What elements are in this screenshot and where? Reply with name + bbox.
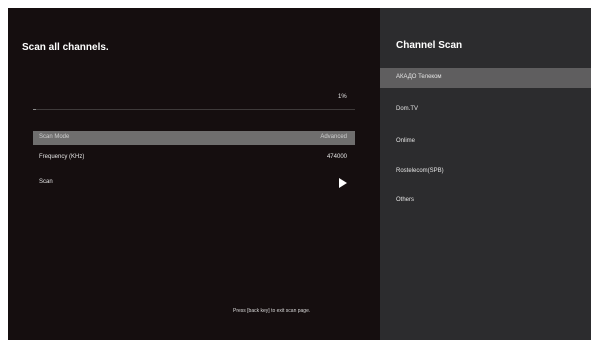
scan-panel: Scan all channels. 1% Scan Mode Advanced…: [8, 8, 380, 340]
frequency-row[interactable]: Frequency (KHz) 474000: [33, 151, 355, 165]
scan-mode-row[interactable]: Scan Mode Advanced: [33, 131, 355, 145]
operator-label: Onlime: [396, 138, 416, 144]
operator-label: АКАДО Телеком: [396, 74, 442, 80]
operator-item-onlime[interactable]: Onlime: [380, 132, 591, 152]
frequency-value: 474000: [326, 154, 347, 160]
operator-item-others[interactable]: Others: [380, 191, 591, 211]
frequency-label: Frequency (KHz): [39, 154, 85, 160]
scan-mode-label: Scan Mode: [39, 134, 70, 140]
operator-item-rostelecom[interactable]: Rostelecom(SPB): [380, 162, 591, 182]
exit-hint: Press [back key] to exit scan page.: [233, 308, 311, 314]
operator-item-domtv[interactable]: Dom.TV: [380, 100, 591, 120]
channel-scan-title: Channel Scan: [396, 40, 463, 51]
tv-screen: Scan all channels. 1% Scan Mode Advanced…: [8, 8, 591, 340]
operator-label: Others: [396, 197, 415, 203]
play-icon[interactable]: [339, 178, 347, 188]
operator-label: Rostelecom(SPB): [396, 168, 444, 174]
scan-mode-value: Advanced: [320, 134, 347, 140]
scan-row[interactable]: Scan: [33, 176, 355, 190]
progress-bar: [33, 109, 355, 110]
operator-label: Dom.TV: [396, 106, 419, 112]
operator-item-akado[interactable]: АКАДО Телеком: [380, 68, 591, 88]
progress-fill: [33, 109, 37, 110]
channel-scan-panel: Channel Scan АКАДО Телеком Dom.TV Onlime…: [380, 8, 591, 340]
progress-percent: 1%: [338, 94, 347, 100]
scan-title: Scan all channels.: [22, 42, 109, 53]
scan-label: Scan: [39, 179, 53, 185]
